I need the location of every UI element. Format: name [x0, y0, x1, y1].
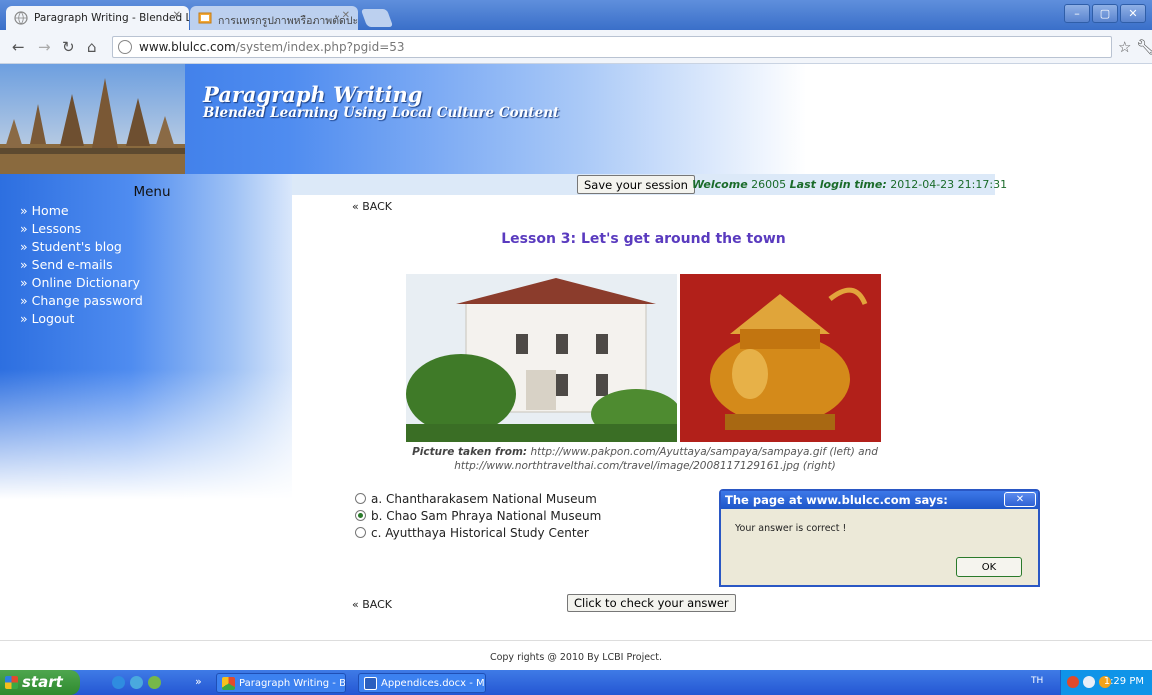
tab-title: การแทรกรูปภาพหรือภาพตัดปะ - [218, 15, 358, 27]
window-controls: – ▢ ✕ [1064, 4, 1146, 23]
image-caption: Picture taken from: http://www.pakpon.co… [412, 446, 878, 472]
check-answer-button[interactable]: Click to check your answer [567, 594, 736, 612]
radio-button[interactable] [355, 527, 366, 538]
sidebar-item-send-emails[interactable]: » Send e-mails [20, 257, 143, 275]
taskbar-item-chrome[interactable]: Paragraph Writing - B... [216, 673, 346, 693]
tab-thai-document[interactable]: การแทรกรูปภาพหรือภาพตัดปะ - ✕ [190, 6, 358, 30]
site-title: Paragraph Writing [203, 82, 423, 107]
radio-button[interactable] [355, 493, 366, 504]
lesson-title: Lesson 3: Let's get around the town [501, 231, 786, 247]
clock: 1:29 PM [1103, 676, 1144, 687]
back-link-top[interactable]: « BACK [352, 200, 392, 213]
footer-text: Copy rights @ 2010 By LCBI Project. [489, 652, 663, 663]
sidebar-item-logout[interactable]: » Logout [20, 311, 143, 329]
sidebar-item-lessons[interactable]: » Lessons [20, 221, 143, 239]
address-bar[interactable]: www.blulcc.com/system/index.php?pgid=53 [112, 36, 1112, 58]
tab-close-icon[interactable]: ✕ [342, 10, 350, 21]
dialog-close-icon[interactable]: ✕ [1004, 492, 1036, 507]
media-player-icon[interactable] [148, 676, 161, 689]
show-desktop-icon[interactable] [130, 676, 143, 689]
reload-icon[interactable]: ↻ [62, 38, 75, 56]
close-icon[interactable]: ✕ [1120, 4, 1146, 23]
home-icon[interactable]: ⌂ [87, 38, 97, 56]
site-subtitle: Blended Learning Using Local Culture Con… [203, 105, 560, 121]
tab-close-icon[interactable]: ✕ [173, 10, 181, 21]
chevron-right-icon[interactable]: » [195, 675, 202, 688]
dialog-title: The page at www.blulcc.com says: [721, 491, 1038, 509]
browser-toolbar: ← → ↻ ⌂ www.blulcc.com/system/index.php?… [0, 30, 1152, 64]
temple-photo [0, 64, 185, 174]
menu-title: Menu [133, 184, 171, 200]
wrench-icon[interactable]: 🔧︎ [1136, 38, 1152, 56]
dialog-message: Your answer is correct ! [735, 523, 847, 534]
chrome-icon [222, 677, 235, 690]
notification-icon[interactable] [1067, 676, 1079, 688]
sidebar-item-online-dictionary[interactable]: » Online Dictionary [20, 275, 143, 293]
back-arrow-icon[interactable]: ← [12, 38, 25, 56]
welcome-text: Welcome 26005 Last login time: 2012-04-2… [692, 178, 1008, 191]
option-b[interactable]: b. Chao Sam Phraya National Museum [355, 509, 601, 526]
minimize-icon[interactable]: – [1064, 4, 1090, 23]
system-tray: TH 1:29 PM [1031, 670, 1152, 695]
language-indicator[interactable]: TH [1031, 676, 1043, 686]
globe-icon [14, 11, 28, 25]
globe-icon [118, 40, 132, 54]
option-a[interactable]: a. Chantharakasem National Museum [355, 492, 601, 509]
radio-button-selected[interactable] [355, 510, 366, 521]
new-tab-button[interactable] [360, 9, 394, 27]
image-icon [198, 11, 212, 25]
museum-building-photo [406, 274, 677, 442]
sidebar-item-change-password[interactable]: » Change password [20, 293, 143, 311]
web-page: Paragraph Writing Blended Learning Using… [0, 64, 1152, 670]
option-c[interactable]: c. Ayutthaya Historical Study Center [355, 526, 601, 543]
maximize-icon[interactable]: ▢ [1092, 4, 1118, 23]
tab-paragraph-writing[interactable]: Paragraph Writing - Blended Lᵢ ✕ [6, 6, 189, 30]
internet-explorer-icon[interactable] [112, 676, 125, 689]
footer-divider [0, 640, 1152, 641]
star-icon[interactable]: ☆ [1118, 38, 1131, 56]
browser-tab-strip: Paragraph Writing - Blended Lᵢ ✕ การแทรก… [0, 0, 1152, 30]
golden-elephant-photo [680, 274, 881, 442]
forward-arrow-icon[interactable]: → [38, 38, 51, 56]
sidebar-item-home[interactable]: » Home [20, 203, 143, 221]
sidebar-item-students-blog[interactable]: » Student's blog [20, 239, 143, 257]
taskbar-item-word[interactable]: Appendices.docx - Mi... [358, 673, 486, 693]
network-icon[interactable] [1083, 676, 1095, 688]
back-link-bottom[interactable]: « BACK [352, 598, 392, 611]
ok-button[interactable]: OK [956, 557, 1022, 577]
url-text: www.blulcc.com/system/index.php?pgid=53 [139, 40, 405, 54]
windows-logo-icon [5, 676, 18, 689]
sidebar-menu: » Home » Lessons » Student's blog » Send e-m… [20, 203, 143, 329]
start-button[interactable]: start [0, 670, 80, 695]
windows-taskbar: start » Paragraph Writing - B... Appendi… [0, 670, 1152, 695]
save-session-button[interactable]: Save your session [577, 175, 695, 194]
tab-title: Paragraph Writing - Blended Lᵢ [34, 12, 189, 24]
alert-dialog: The page at www.blulcc.com says: ✕ Your … [719, 489, 1040, 587]
answer-options: a. Chantharakasem National Museum b. Cha… [355, 492, 601, 543]
word-icon [364, 677, 377, 690]
